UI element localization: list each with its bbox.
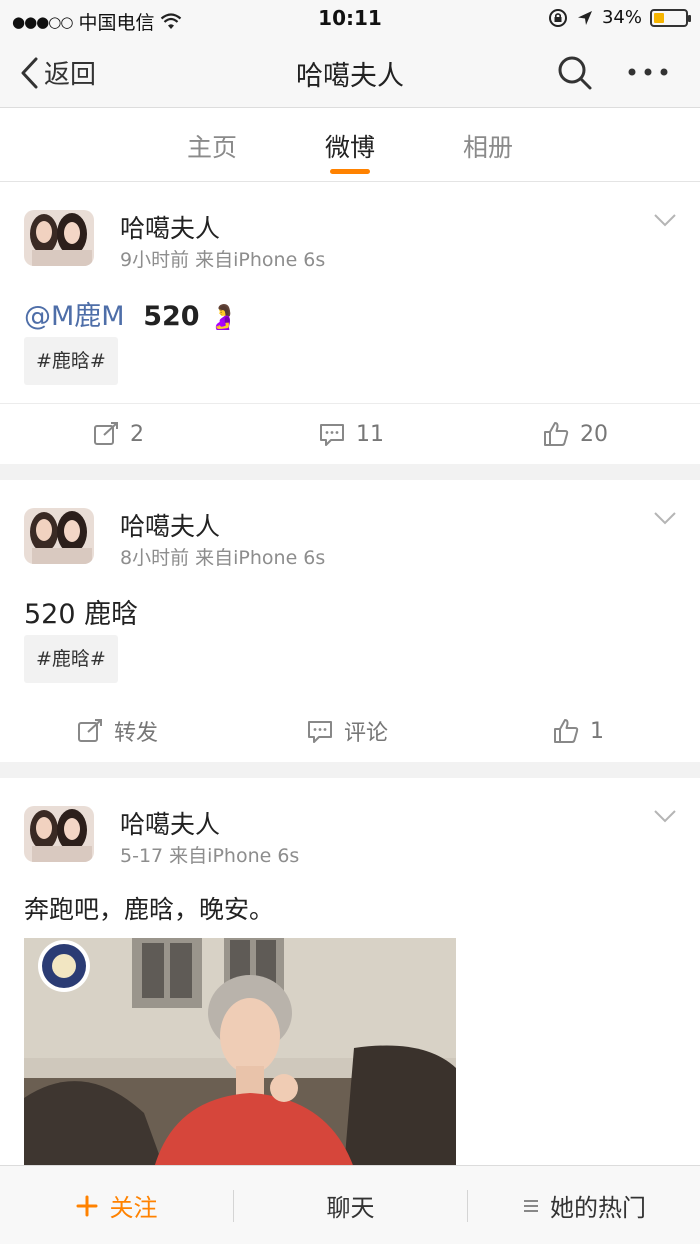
chat-label: 聊天: [326, 1194, 375, 1222]
follow-button[interactable]: 关注: [0, 1166, 233, 1244]
chevron-down-icon[interactable]: [652, 510, 678, 526]
post-text: 奔跑吧，鹿晗，晚安。: [24, 895, 275, 924]
hashtag-chip[interactable]: #鹿晗#: [24, 337, 118, 385]
post-card: 哈噶夫人 9小时前 来自iPhone 6s @M鹿M 520 🤰 #鹿晗# 2: [0, 182, 700, 464]
chevron-down-icon[interactable]: [652, 808, 678, 824]
post-meta: 8小时前 来自iPhone 6s: [120, 547, 326, 569]
hashtag-chip[interactable]: #鹿晗#: [24, 635, 118, 683]
plus-icon: [76, 1195, 97, 1216]
repost-count: 2: [130, 421, 144, 447]
status-right: 34%: [548, 7, 691, 28]
post-photo: [24, 938, 456, 1168]
chevron-down-icon[interactable]: [652, 212, 678, 228]
like-button[interactable]: 20: [542, 404, 608, 464]
profile-tabs: 主页 微博 相册: [0, 108, 700, 182]
page-title: 哈噶夫人: [296, 61, 404, 92]
post-action-bar: 2 11 20: [0, 403, 700, 463]
comment-button[interactable]: 11: [318, 404, 384, 464]
post-card: 哈噶夫人 8小时前 来自iPhone 6s 520 鹿晗 #鹿晗# 转发 评论: [0, 480, 700, 762]
avatar-photo: [24, 210, 94, 266]
chat-button[interactable]: 聊天: [234, 1166, 467, 1244]
status-bar: ●●●○○ 中国电信 10:11 34%: [0, 0, 700, 38]
avatar[interactable]: [24, 210, 94, 266]
her-hot-label: 她的热门: [550, 1194, 646, 1222]
comment-icon: [308, 721, 332, 743]
avatar[interactable]: [24, 508, 94, 564]
like-button[interactable]: 1: [552, 701, 604, 761]
post-text: @M鹿M 520 🤰: [24, 294, 238, 333]
her-hot-button[interactable]: 她的热门: [468, 1166, 700, 1244]
avatar[interactable]: [24, 806, 94, 862]
list-icon: [524, 1199, 538, 1212]
location-arrow-icon: [577, 10, 592, 25]
search-icon[interactable]: [556, 54, 594, 92]
post-text-body: 520: [143, 301, 200, 332]
battery-fill: [654, 12, 665, 23]
author-name[interactable]: 哈噶夫人: [120, 507, 220, 543]
repost-icon: [78, 719, 102, 742]
follow-label: 关注: [109, 1194, 158, 1222]
navigation-bar: 返回 哈噶夫人: [0, 38, 700, 108]
repost-label: 转发: [114, 721, 159, 746]
repost-icon: [94, 422, 118, 445]
comment-button[interactable]: 评论: [306, 701, 388, 761]
author-name[interactable]: 哈噶夫人: [120, 805, 220, 841]
post-action-bar: 转发 评论 1: [0, 701, 700, 761]
tab-album[interactable]: 相册: [463, 128, 513, 164]
bottom-toolbar: 关注 聊天 她的热门: [0, 1165, 700, 1244]
like-count: 20: [580, 421, 608, 447]
post-image[interactable]: [24, 938, 456, 1168]
active-tab-indicator: [330, 169, 370, 174]
tab-home[interactable]: 主页: [187, 128, 237, 164]
post-meta: 5-17 来自iPhone 6s: [120, 845, 300, 867]
more-icon[interactable]: [626, 62, 670, 82]
avatar-photo: [24, 508, 94, 564]
avatar-photo: [24, 806, 94, 862]
weibo-profile-screen: ●●●○○ 中国电信 10:11 34% 返回 哈噶夫人 主页 微博 相册 哈噶…: [0, 0, 700, 1244]
battery-icon: [650, 8, 691, 27]
comment-icon: [320, 424, 344, 446]
thumbs-up-icon: [554, 719, 579, 743]
repost-button[interactable]: 转发: [76, 701, 158, 761]
pregnant-woman-emoji-icon: 🤰: [208, 303, 239, 331]
battery-percent: 34%: [601, 7, 642, 28]
post-text: 520 鹿晗: [24, 599, 139, 630]
tab-weibo[interactable]: 微博: [325, 128, 375, 164]
comment-count: 11: [356, 421, 384, 447]
author-name[interactable]: 哈噶夫人: [120, 209, 220, 245]
rotation-lock-icon: [548, 8, 567, 27]
comment-label: 评论: [344, 721, 389, 746]
post-card: 哈噶夫人 5-17 来自iPhone 6s 奔跑吧，鹿晗，晚安。: [0, 778, 700, 1178]
mention-link[interactable]: @M鹿M: [24, 301, 125, 332]
like-count: 1: [590, 718, 604, 744]
repost-button[interactable]: 2: [92, 404, 144, 464]
post-meta: 9小时前 来自iPhone 6s: [120, 249, 326, 271]
thumbs-up-icon: [544, 422, 569, 446]
